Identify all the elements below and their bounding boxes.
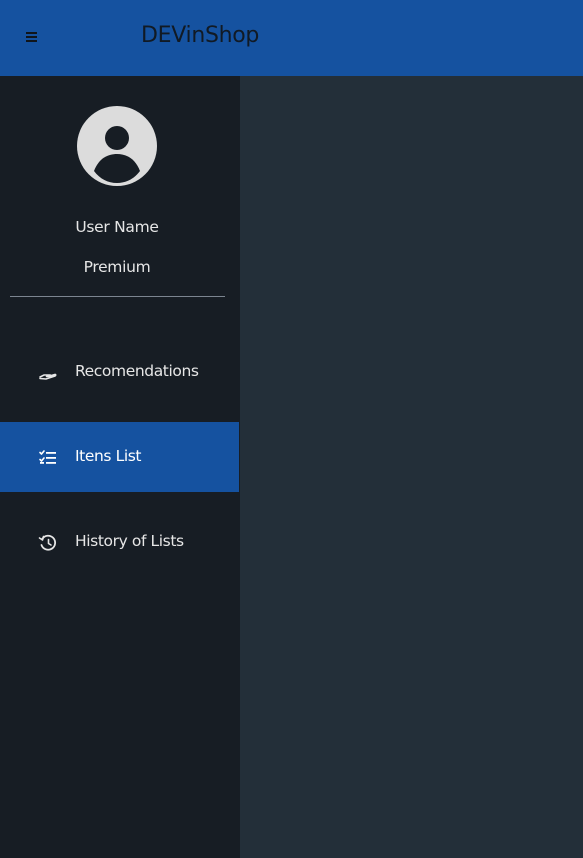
user-name: User Name [75,218,159,236]
hamburger-menu-icon[interactable] [22,27,42,47]
account-circle-icon [77,106,157,186]
app-window: DEVinShop User Name Premium Recomendatio… [0,0,583,858]
user-plan: Premium [83,258,151,276]
history-icon [38,533,58,553]
sidebar-item-recomendations[interactable]: Recomendations [0,337,239,407]
hand-holding-icon [38,363,58,383]
sidebar-item-label: Recomendations [75,362,199,380]
sidebar-item-label: Itens List [75,447,142,465]
sidebar-drawer: User Name Premium Recomendations Itens L… [0,76,240,858]
sidebar-divider [10,296,225,297]
top-app-bar: DEVinShop [0,0,583,76]
main-content-area [240,76,583,858]
checklist-icon [38,448,58,468]
sidebar-item-itens-list[interactable]: Itens List [0,422,239,492]
sidebar-item-history-of-lists[interactable]: History of Lists [0,507,239,577]
sidebar-item-label: History of Lists [75,532,184,550]
app-title: DEVinShop [141,23,260,48]
